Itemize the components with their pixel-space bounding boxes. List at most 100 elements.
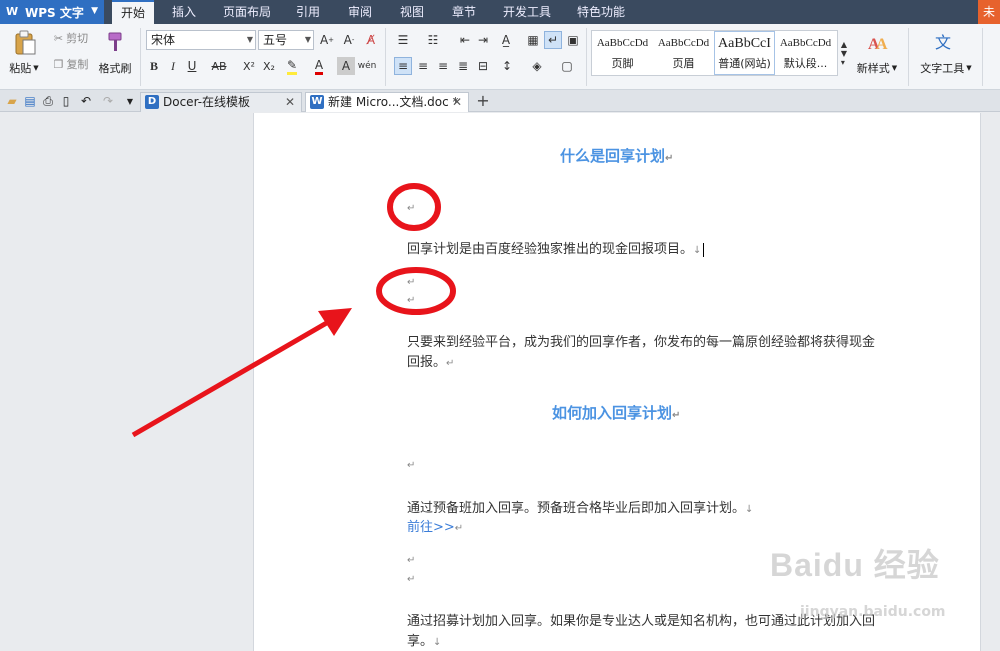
align-right-icon[interactable]: ≡ bbox=[434, 57, 452, 75]
style-name: 页脚 bbox=[611, 57, 634, 70]
table-icon[interactable]: ▦ bbox=[524, 31, 542, 49]
close-icon[interactable]: ✕ bbox=[452, 93, 462, 111]
chevron-down-icon: ▼ bbox=[246, 35, 253, 44]
divider bbox=[140, 28, 141, 86]
increase-indent-icon[interactable]: ⇥ bbox=[474, 31, 492, 49]
tab-label: Docer-在线模板 bbox=[163, 95, 251, 109]
text-direction-icon[interactable]: A̲ bbox=[497, 31, 515, 49]
svg-text:A: A bbox=[876, 36, 888, 53]
style-default-paragraph[interactable]: AaBbCcDd 默认段... bbox=[775, 31, 836, 75]
tab-home[interactable]: 开始 bbox=[112, 0, 154, 24]
link-text[interactable]: 前往>> bbox=[407, 520, 455, 535]
font-size-select[interactable]: 五号 ▼ bbox=[258, 30, 314, 50]
tab-special-features[interactable]: 特色功能 bbox=[572, 0, 630, 24]
char-shading-icon[interactable]: A bbox=[337, 57, 355, 75]
redo-icon[interactable]: ↷ bbox=[100, 93, 116, 109]
print-preview-icon[interactable]: ▯ bbox=[58, 93, 74, 109]
paragraph-intro: 回享计划是由百度经验独家推出的现金回报项目。↓ bbox=[407, 238, 705, 257]
copy-button[interactable]: ❐ 复制 bbox=[48, 56, 94, 72]
grow-font-icon[interactable]: A + bbox=[318, 31, 336, 49]
chevron-down-icon: ▼ bbox=[33, 64, 39, 72]
font-name-select[interactable]: 宋体 ▼ bbox=[146, 30, 256, 50]
paste-button[interactable]: 粘贴 ▼ bbox=[4, 60, 44, 76]
font-name-value: 宋体 bbox=[151, 33, 176, 47]
font-color-icon[interactable]: A bbox=[310, 57, 328, 75]
clear-format-icon[interactable]: A̸ bbox=[362, 31, 380, 49]
close-icon[interactable]: ✕ bbox=[285, 93, 295, 111]
customize-toolbar-icon[interactable]: ▼ bbox=[122, 93, 138, 109]
styles-scroll[interactable]: ▲ ▼ ▾ bbox=[838, 30, 850, 76]
highlight-icon[interactable]: ✎ bbox=[283, 57, 301, 75]
style-normal-web[interactable]: AaBbCcI 普通(网站) bbox=[714, 31, 775, 75]
paragraph-text: 回报。 bbox=[407, 355, 447, 370]
bullet-list-icon[interactable]: ☰ bbox=[394, 31, 412, 49]
style-sample: AaBbCcI bbox=[718, 36, 771, 51]
tab-review[interactable]: 审阅 bbox=[342, 0, 378, 24]
document-tab-strip: ▰ ▤ ⎙ ▯ ↶ ↷ ▼ D Docer-在线模板 ✕ W 新建 Micro.… bbox=[0, 90, 1000, 112]
decrease-indent-icon[interactable]: ⇤ bbox=[456, 31, 474, 49]
shrink-font-icon[interactable]: A- bbox=[340, 31, 358, 49]
line-spacing-icon[interactable]: ↕ bbox=[498, 57, 516, 75]
format-painter-icon[interactable] bbox=[100, 28, 130, 56]
select-frame-icon[interactable]: ▣ bbox=[564, 31, 582, 49]
tab-developer[interactable]: 开发工具 bbox=[498, 0, 556, 24]
paste-icon[interactable] bbox=[8, 28, 42, 58]
copy-icon: ❐ bbox=[53, 57, 64, 71]
unregistered-badge[interactable]: 未 bbox=[978, 0, 1000, 24]
style-header[interactable]: AaBbCcDd 页眉 bbox=[653, 31, 714, 75]
justify-icon[interactable]: ≣ bbox=[454, 57, 472, 75]
app-menu-button[interactable]: W WPS 文字 ▼ bbox=[0, 0, 104, 24]
tab-new-document[interactable]: W 新建 Micro...文档.doc * ✕ bbox=[305, 92, 469, 112]
link-goto[interactable]: 前往>>↵ bbox=[407, 516, 463, 535]
new-tab-button[interactable]: + bbox=[474, 92, 492, 110]
text-tools-button[interactable]: 文字工具 ▼ bbox=[916, 60, 976, 76]
cut-button[interactable]: ✂ 剪切 bbox=[48, 30, 94, 46]
paste-label: 粘贴 bbox=[9, 62, 32, 75]
print-icon[interactable]: ⎙ bbox=[40, 93, 56, 109]
paragraph-mark: ↵ bbox=[672, 410, 681, 421]
phonetic-guide-icon[interactable]: wén bbox=[358, 57, 377, 75]
line-break-mark: ↓ bbox=[693, 245, 702, 256]
borders-icon[interactable]: ▢ bbox=[558, 57, 576, 75]
tab-insert[interactable]: 插入 bbox=[166, 0, 202, 24]
align-center-icon[interactable]: ≡ bbox=[414, 57, 432, 75]
style-footer[interactable]: AaBbCcDd 页脚 bbox=[592, 31, 653, 75]
new-style-icon[interactable]: AA bbox=[860, 28, 894, 56]
italic-icon[interactable]: I bbox=[164, 57, 182, 75]
tab-references[interactable]: 引用 bbox=[290, 0, 326, 24]
chevron-down-icon: ▼ bbox=[966, 64, 972, 72]
divider bbox=[982, 28, 983, 86]
tab-chapter[interactable]: 章节 bbox=[446, 0, 482, 24]
open-folder-icon[interactable]: ▰ bbox=[4, 93, 20, 109]
paragraph-prep-class: 通过预备班加入回享。预备班合格毕业后即加入回享计划。↓ bbox=[407, 497, 753, 516]
new-style-label: 新样式 bbox=[856, 62, 890, 75]
styles-gallery: AaBbCcDd 页脚 AaBbCcDd 页眉 AaBbCcI 普通(网站) A… bbox=[591, 30, 838, 76]
format-painter-button[interactable]: 格式刷 bbox=[94, 60, 136, 76]
strikethrough-icon[interactable]: AB bbox=[208, 57, 230, 75]
tab-page-layout[interactable]: 页面布局 bbox=[216, 0, 278, 24]
heading-text: 什么是回享计划 bbox=[560, 147, 666, 165]
heading-how-to-join: 如何加入回享计划↵ bbox=[552, 402, 680, 423]
tab-view[interactable]: 视图 bbox=[394, 0, 430, 24]
show-marks-icon[interactable]: ↵ bbox=[544, 31, 562, 49]
chevron-down-icon: ▼ bbox=[891, 64, 898, 72]
save-icon[interactable]: ▤ bbox=[22, 93, 38, 109]
bold-icon[interactable]: B bbox=[145, 57, 163, 75]
align-left-icon[interactable]: ≡ bbox=[394, 57, 412, 75]
paragraph-mark: ↵ bbox=[446, 358, 455, 369]
empty-paragraph: ↵ bbox=[407, 574, 416, 585]
underline-icon[interactable]: U bbox=[183, 57, 201, 75]
subscript-icon[interactable]: X₂ bbox=[260, 57, 278, 75]
numbered-list-icon[interactable]: ☷ bbox=[424, 31, 442, 49]
shading-icon[interactable]: ◈ bbox=[528, 57, 546, 75]
text-tools-icon[interactable]: 文 bbox=[928, 28, 960, 56]
superscript-icon[interactable]: X² bbox=[240, 57, 258, 75]
style-sample: AaBbCcDd bbox=[779, 37, 832, 49]
scissors-icon: ✂ bbox=[53, 31, 64, 45]
new-style-button[interactable]: 新样式 ▼ bbox=[852, 60, 902, 76]
heading-what-is: 什么是回享计划↵ bbox=[560, 145, 673, 166]
undo-icon[interactable]: ↶ bbox=[78, 93, 94, 109]
distribute-icon[interactable]: ⊟ bbox=[474, 57, 492, 75]
paragraph-join-line1: 只要来到经验平台，成为我们的回享作者，你发布的每一篇原创经验都将获得现金 bbox=[407, 335, 876, 350]
tab-docer-templates[interactable]: D Docer-在线模板 ✕ bbox=[140, 92, 302, 112]
